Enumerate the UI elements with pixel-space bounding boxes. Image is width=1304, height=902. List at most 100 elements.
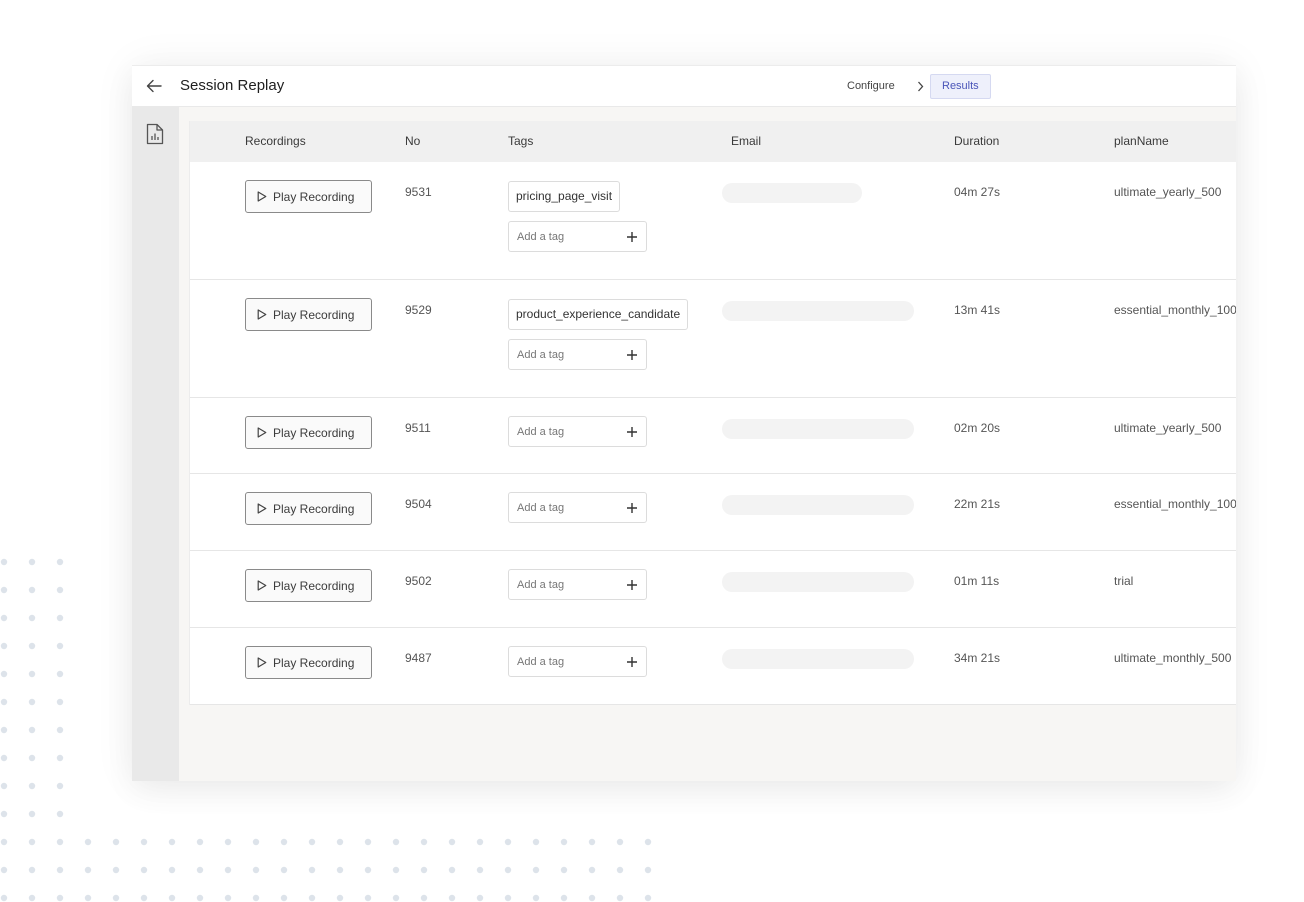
decorative-dot bbox=[616, 866, 624, 874]
decorative-dot bbox=[112, 866, 120, 874]
decorative-dot bbox=[420, 838, 428, 846]
decorative-dot bbox=[308, 866, 316, 874]
decorative-dot bbox=[280, 866, 288, 874]
arrow-left-icon bbox=[146, 79, 162, 93]
decorative-dot bbox=[28, 866, 36, 874]
add-tag-input[interactable]: Add a tag bbox=[508, 492, 647, 523]
play-recording-button[interactable]: Play Recording bbox=[245, 416, 372, 449]
decorative-dot bbox=[448, 866, 456, 874]
decorative-dot bbox=[0, 614, 8, 622]
decorative-dot bbox=[84, 838, 92, 846]
plus-icon[interactable] bbox=[626, 425, 638, 437]
decorative-dot bbox=[336, 838, 344, 846]
decorative-dot bbox=[28, 782, 36, 790]
decorative-dot bbox=[28, 726, 36, 734]
column-header-recordings[interactable]: Recordings bbox=[245, 134, 306, 148]
email-placeholder-skeleton bbox=[722, 572, 914, 592]
decorative-dot bbox=[28, 558, 36, 566]
decorative-dot bbox=[308, 838, 316, 846]
play-recording-button[interactable]: Play Recording bbox=[245, 492, 372, 525]
decorative-dot bbox=[196, 838, 204, 846]
email-placeholder-skeleton bbox=[722, 419, 914, 439]
decorative-dot bbox=[532, 866, 540, 874]
decorative-dot bbox=[56, 838, 64, 846]
add-tag-placeholder: Add a tag bbox=[517, 231, 565, 243]
decorative-dot bbox=[0, 642, 8, 650]
play-recording-button[interactable]: Play Recording bbox=[245, 298, 372, 331]
decorative-dot bbox=[0, 810, 8, 818]
play-recording-button[interactable]: Play Recording bbox=[245, 180, 372, 213]
decorative-dot bbox=[336, 866, 344, 874]
decorative-dot bbox=[504, 838, 512, 846]
table-row: Play Recording 9504 Add a tag 22m 21s essent… bbox=[190, 474, 1236, 551]
cell-duration: 13m 41s bbox=[954, 303, 1001, 317]
decorative-dot bbox=[56, 670, 64, 678]
cell-planname: ultimate_yearly_500 bbox=[1114, 185, 1222, 199]
play-recording-button[interactable]: Play Recording bbox=[245, 646, 372, 679]
plus-icon[interactable] bbox=[626, 578, 638, 590]
decorative-dot bbox=[0, 838, 8, 846]
cell-no: 9511 bbox=[405, 421, 431, 435]
decorative-dot bbox=[560, 866, 568, 874]
decorative-dot bbox=[28, 614, 36, 622]
decorative-dot bbox=[56, 642, 64, 650]
add-tag-input[interactable]: Add a tag bbox=[508, 416, 647, 447]
play-recording-button[interactable]: Play Recording bbox=[245, 569, 372, 602]
tag-chip[interactable]: product_experience_candidate bbox=[508, 299, 689, 330]
decorative-dot bbox=[448, 894, 456, 902]
decorative-dot bbox=[28, 586, 36, 594]
play-recording-label: Play Recording bbox=[273, 307, 355, 322]
email-placeholder-skeleton bbox=[722, 183, 862, 203]
cell-planname: essential_monthly_100 bbox=[1114, 497, 1236, 511]
decorative-dot bbox=[448, 838, 456, 846]
report-file-icon[interactable] bbox=[146, 123, 164, 145]
cell-planname: trial bbox=[1114, 574, 1134, 588]
play-recording-label: Play Recording bbox=[273, 578, 355, 593]
plus-icon[interactable] bbox=[626, 501, 638, 513]
column-header-planname[interactable]: planName bbox=[1114, 134, 1169, 148]
main-content: Recordings No Tags Email Duration planNa… bbox=[179, 107, 1236, 781]
decorative-dot bbox=[616, 894, 624, 902]
cell-duration: 01m 11s bbox=[954, 574, 1000, 588]
decorative-dot bbox=[224, 894, 232, 902]
decorative-dot bbox=[252, 894, 260, 902]
chevron-right-icon bbox=[914, 79, 926, 93]
decorative-dot bbox=[252, 838, 260, 846]
column-header-no[interactable]: No bbox=[405, 134, 420, 148]
column-header-tags[interactable]: Tags bbox=[508, 134, 533, 148]
decorative-dot bbox=[224, 866, 232, 874]
decorative-dot bbox=[308, 894, 316, 902]
table-row: Play Recording 9531 pricing_page_visit Add … bbox=[190, 162, 1236, 280]
add-tag-placeholder: Add a tag bbox=[517, 656, 565, 668]
add-tag-input[interactable]: Add a tag bbox=[508, 221, 647, 252]
plus-icon[interactable] bbox=[626, 230, 638, 242]
decorative-dot bbox=[0, 670, 8, 678]
play-recording-label: Play Recording bbox=[273, 189, 355, 204]
decorative-dot bbox=[588, 894, 596, 902]
play-recording-label: Play Recording bbox=[273, 425, 355, 440]
breadcrumb-results[interactable]: Results bbox=[930, 74, 991, 99]
column-header-duration[interactable]: Duration bbox=[954, 134, 999, 148]
decorative-dot bbox=[56, 894, 64, 902]
add-tag-input[interactable]: Add a tag bbox=[508, 646, 647, 677]
decorative-dot bbox=[0, 782, 8, 790]
decorative-dot bbox=[56, 866, 64, 874]
decorative-dot bbox=[0, 586, 8, 594]
add-tag-input[interactable]: Add a tag bbox=[508, 339, 647, 370]
add-tag-input[interactable]: Add a tag bbox=[508, 569, 647, 600]
tag-chip[interactable]: pricing_page_visit bbox=[508, 181, 621, 212]
decorative-dot bbox=[28, 838, 36, 846]
back-button[interactable] bbox=[144, 76, 164, 96]
cell-planname: essential_monthly_100 bbox=[1114, 303, 1236, 317]
plus-icon[interactable] bbox=[626, 655, 638, 667]
plus-icon[interactable] bbox=[626, 348, 638, 360]
decorative-dot bbox=[560, 838, 568, 846]
column-header-email[interactable]: Email bbox=[731, 134, 761, 148]
breadcrumb-configure[interactable]: Configure bbox=[847, 80, 895, 92]
decorative-dot bbox=[0, 866, 8, 874]
decorative-dot bbox=[644, 894, 652, 902]
decorative-dot bbox=[644, 838, 652, 846]
decorative-dot bbox=[420, 866, 428, 874]
decorative-dot bbox=[168, 838, 176, 846]
decorative-dot bbox=[364, 838, 372, 846]
